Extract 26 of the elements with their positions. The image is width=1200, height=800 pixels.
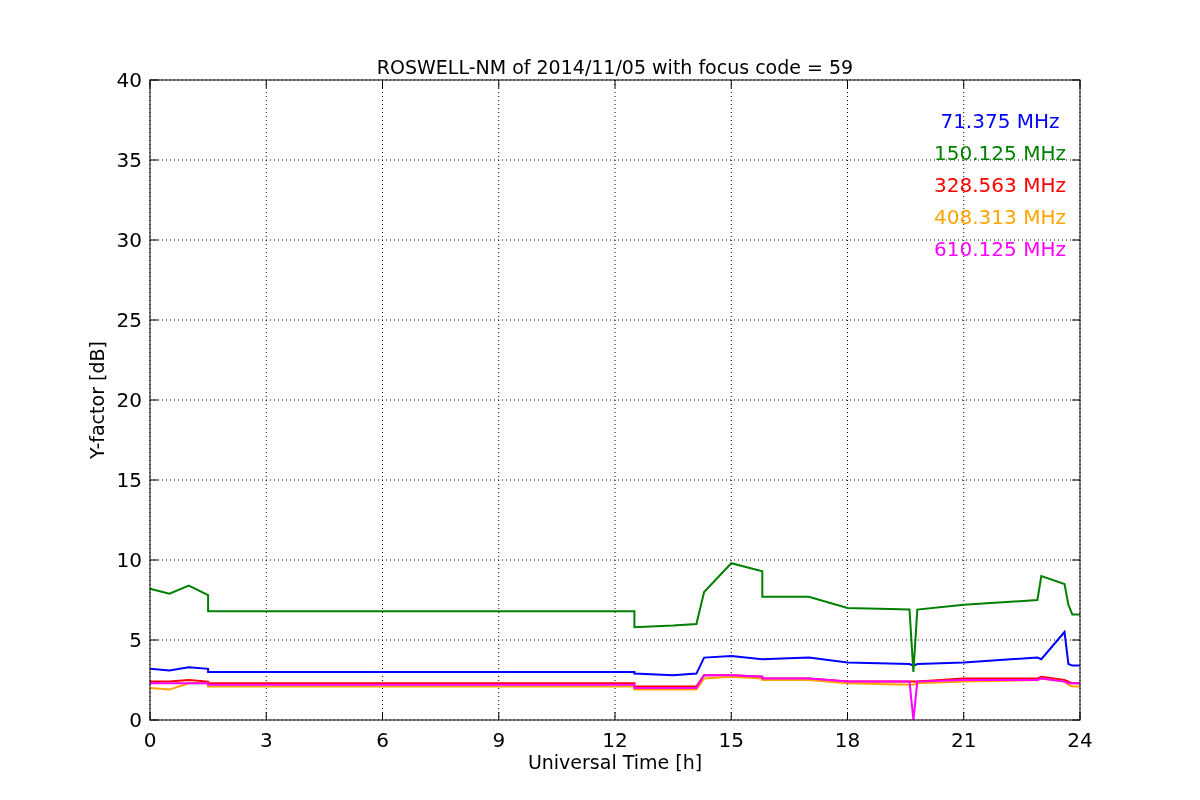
x-tick-label: 12: [602, 728, 628, 752]
x-tick-label: 15: [718, 728, 744, 752]
y-tick-label: 35: [116, 148, 142, 172]
x-tick-label: 18: [834, 728, 861, 752]
y-tick-label: 0: [129, 708, 142, 732]
chart-title: ROSWELL-NM of 2014/11/05 with focus code = 59: [376, 56, 854, 78]
x-tick-label: 21: [951, 728, 977, 752]
legend-label: 328.563 MHz: [934, 173, 1066, 197]
y-tick-label: 25: [116, 308, 142, 332]
y-axis-label: Y-factor [dB]: [86, 341, 108, 459]
y-tick-label: 30: [116, 228, 142, 252]
x-tick-label: 3: [259, 728, 273, 752]
legend-label: 150.125 MHz: [934, 141, 1066, 165]
x-axis-label: Universal Time [h]: [527, 751, 703, 773]
x-tick-label: 0: [143, 728, 157, 752]
x-tick-label: 24: [1067, 728, 1093, 752]
legend-label: 610.125 MHz: [934, 237, 1066, 261]
y-tick-label: 20: [116, 388, 142, 412]
y-tick-label: 40: [116, 68, 142, 92]
y-tick-label: 10: [116, 548, 142, 572]
x-tick-label: 6: [376, 728, 389, 752]
legend-label: 71.375 MHz: [940, 109, 1060, 133]
x-tick-label: 9: [492, 728, 506, 752]
y-tick-label: 5: [129, 628, 142, 652]
y-tick-label: 15: [116, 468, 142, 492]
legend-label: 408.313 MHz: [934, 205, 1066, 229]
